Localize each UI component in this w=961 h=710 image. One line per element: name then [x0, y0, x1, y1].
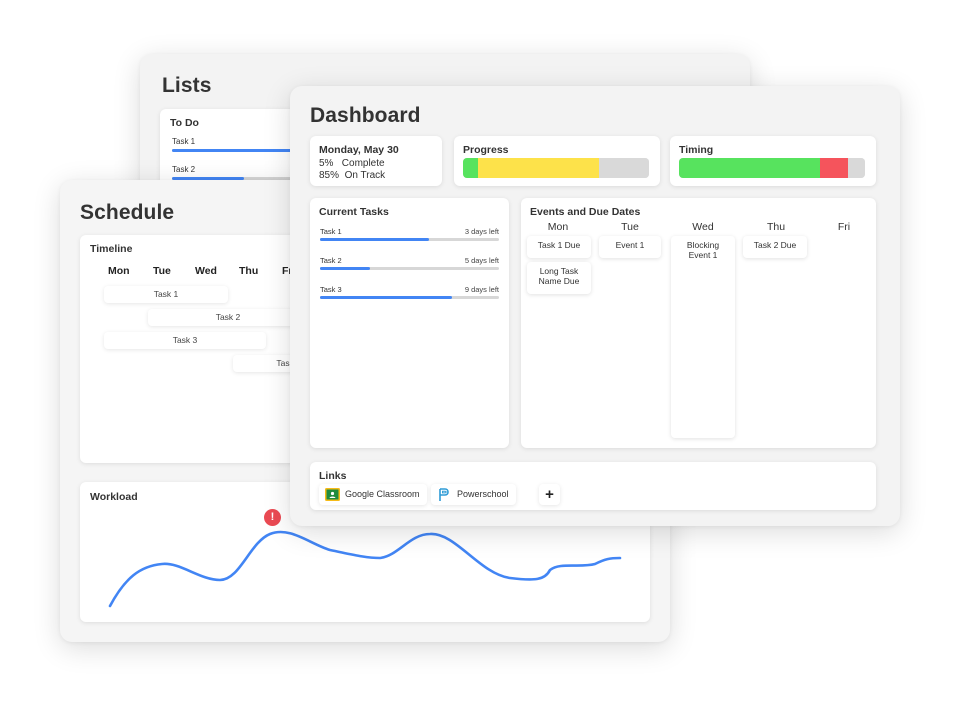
google-classroom-link[interactable]: Google Classroom: [319, 484, 427, 505]
events-day-header: Tue: [621, 221, 639, 233]
current-tasks-card: Current Tasks Task 1 3 days left Task 2 …: [310, 198, 509, 448]
task-progress: [320, 267, 499, 270]
event-item-line: Blocking: [686, 240, 720, 250]
task-days-left: 3 days left: [464, 227, 499, 236]
todo-item-label[interactable]: Task 1: [172, 137, 195, 146]
timeline-task-bar[interactable]: Task 3: [104, 332, 266, 349]
progress-card: Progress: [454, 136, 660, 186]
event-item-line: Long Task: [539, 266, 579, 276]
google-classroom-label: Google Classroom: [345, 489, 420, 499]
task-progress: [320, 238, 499, 241]
timeline-day-header: Thu: [239, 265, 259, 277]
timeline-day-header: Tue: [153, 265, 171, 277]
date-title: Monday, May 30: [319, 144, 399, 156]
dashboard-window: Dashboard Monday, May 30 5% Complete 85%…: [290, 86, 900, 526]
task-name[interactable]: Task 1: [320, 227, 342, 236]
event-item[interactable]: Long Task Name Due: [527, 262, 591, 294]
progress-segment: [598, 158, 649, 178]
timeline-task-bar[interactable]: Task 2: [148, 309, 308, 326]
links-card: Links Google Classroom Powerschool +: [310, 462, 876, 510]
task-name[interactable]: Task 3: [320, 285, 342, 294]
todo-title: To Do: [170, 117, 199, 129]
event-item-line: Name Due: [538, 276, 580, 286]
event-item[interactable]: Event 1: [599, 236, 661, 258]
events-card: Events and Due Dates Mon Tue Wed Thu Fri…: [521, 198, 876, 448]
timing-title: Timing: [679, 144, 714, 156]
exclamation-icon[interactable]: !: [264, 509, 281, 526]
event-item-line: Event 1: [688, 250, 718, 260]
events-day-header: Wed: [692, 221, 714, 233]
events-day-header: Mon: [547, 221, 569, 233]
task-progress-fill: [320, 238, 430, 241]
google-classroom-icon: [325, 488, 340, 501]
progress-segment: [477, 158, 599, 178]
timing-card: Timing: [670, 136, 876, 186]
timing-segment: [820, 158, 849, 178]
complete-stat: 5% Complete: [319, 158, 385, 169]
add-link-button[interactable]: +: [539, 484, 560, 505]
timeline-task-bar[interactable]: Task 1: [104, 286, 228, 303]
todo-item-progress-fill: [172, 149, 292, 152]
event-item[interactable]: Task 1 Due: [527, 236, 591, 258]
event-item[interactable]: Task 2 Due: [743, 236, 807, 258]
timeline-title: Timeline: [90, 243, 133, 255]
dashboard-title: Dashboard: [310, 104, 421, 127]
lists-title: Lists: [162, 74, 212, 97]
task-progress-fill: [320, 296, 453, 299]
events-day-header: Thu: [766, 221, 786, 233]
progress-segment: [463, 158, 478, 178]
task-name[interactable]: Task 2: [320, 256, 342, 265]
links-title: Links: [319, 470, 347, 482]
progress-bar: [463, 158, 649, 178]
timing-segment: [679, 158, 821, 178]
timing-segment: [848, 158, 865, 178]
events-day-header: Fri: [837, 221, 851, 233]
powerschool-link[interactable]: Powerschool: [431, 484, 516, 505]
events-title: Events and Due Dates: [530, 206, 641, 218]
timeline-day-header: Mon: [108, 265, 130, 277]
current-tasks-title: Current Tasks: [319, 206, 389, 218]
on-track-stat: 85% On Track: [319, 170, 386, 181]
task-days-left: 9 days left: [464, 285, 499, 294]
task-progress-fill: [320, 267, 371, 270]
event-item[interactable]: Blocking Event 1: [671, 236, 735, 438]
progress-title: Progress: [463, 144, 509, 156]
powerschool-icon: [439, 488, 449, 501]
task-progress: [320, 296, 499, 299]
todo-item-label[interactable]: Task 2: [172, 165, 195, 174]
task-days-left: 5 days left: [464, 256, 499, 265]
workload-line: [108, 530, 622, 608]
powerschool-label: Powerschool: [457, 489, 509, 499]
schedule-title: Schedule: [80, 201, 175, 224]
timeline-day-header: Wed: [195, 265, 217, 277]
timing-bar: [679, 158, 865, 178]
date-card: Monday, May 30 5% Complete 85% On Track: [310, 136, 442, 186]
